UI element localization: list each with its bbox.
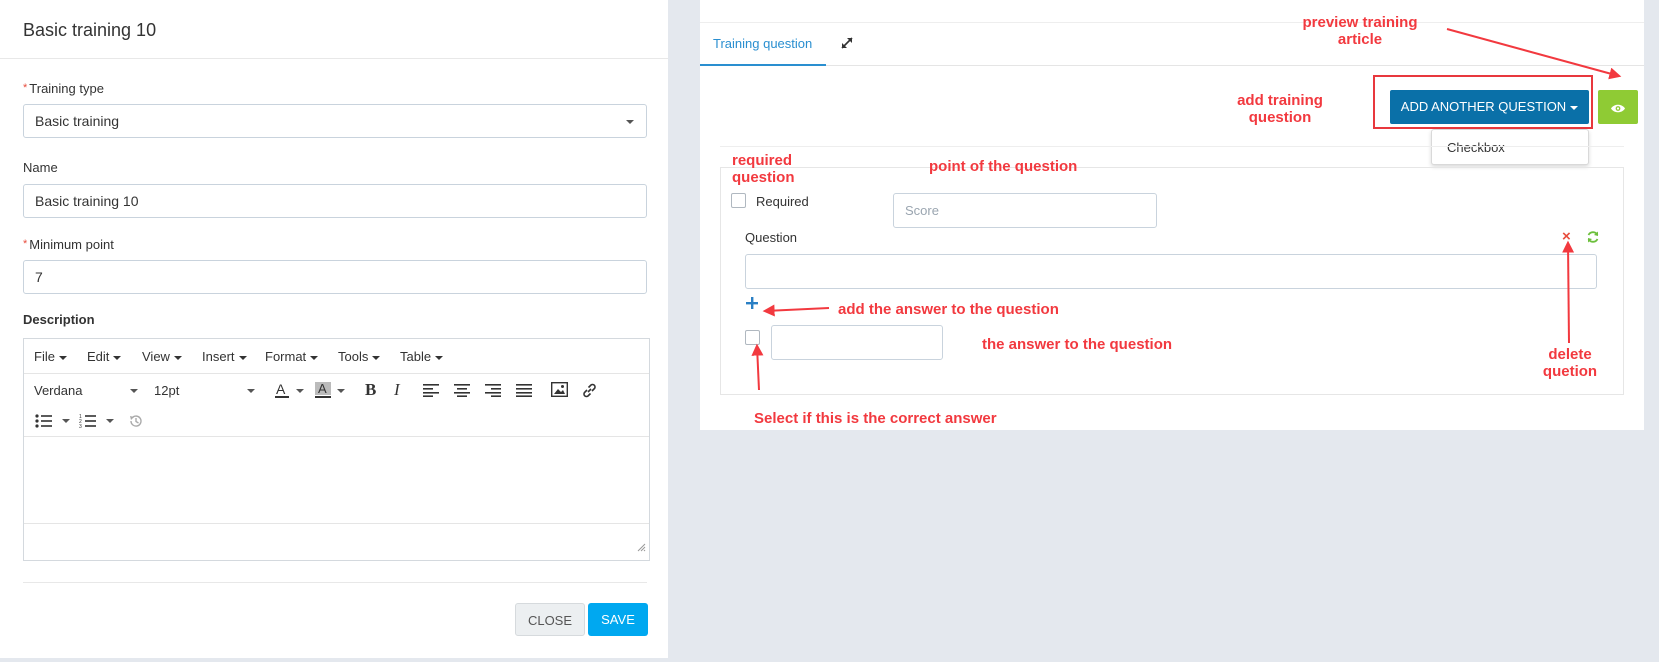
arrow-correct-answer	[751, 343, 764, 391]
annotation-add-question: add training question	[1237, 92, 1323, 126]
annotation-required: required question	[732, 152, 795, 186]
arrow-add-answer	[762, 304, 830, 317]
annotation-preview: preview training article	[1302, 14, 1418, 48]
annotation-correct-answer: Select if this is the correct answer	[754, 410, 997, 427]
arrow-preview	[1446, 28, 1622, 80]
annotation-add-answer: add the answer to the question	[838, 301, 1059, 318]
annotation-arrows	[751, 28, 1622, 391]
arrow-delete	[1562, 240, 1575, 344]
annotation-point: point of the question	[929, 158, 1078, 175]
annotation-delete: delete quetion	[1542, 346, 1598, 380]
annotation-answer: the answer to the question	[982, 336, 1173, 353]
